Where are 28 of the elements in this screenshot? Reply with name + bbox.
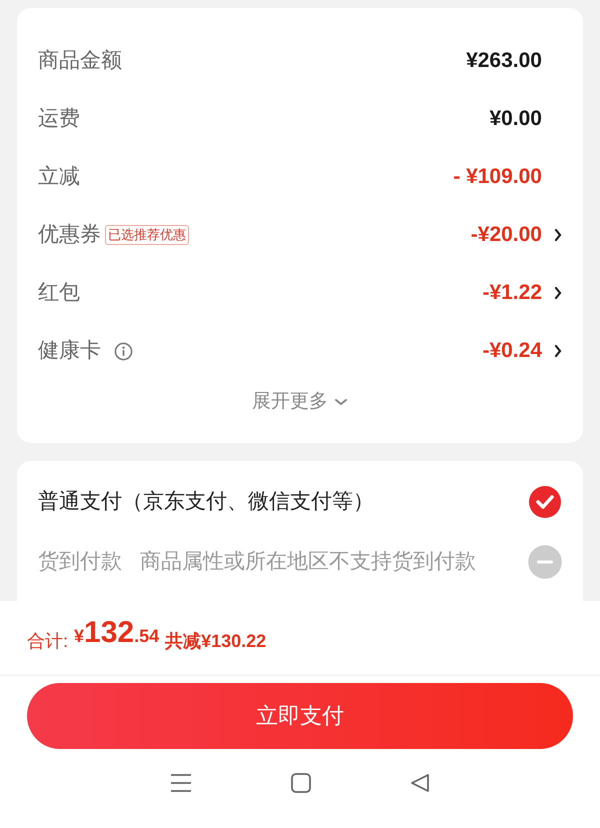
fee-label: 商品金额 (38, 48, 122, 74)
fee-amount: ¥263.00 (466, 48, 542, 74)
fee-label: 立减 (38, 164, 80, 190)
back-icon[interactable] (410, 772, 430, 792)
fee-amount: ¥0.00 (489, 106, 542, 132)
payment-label: 货到付款 (38, 548, 122, 575)
coupon-tag: 已选推荐优惠 (105, 225, 189, 245)
home-icon[interactable] (290, 772, 311, 792)
fee-amount: -¥20.00 (470, 222, 542, 248)
total-label: 合计: (27, 630, 68, 652)
pay-now-button[interactable]: 立即支付 (27, 682, 573, 748)
fee-label: 健康卡 (38, 338, 101, 364)
payment-note: 商品属性或所在地区不支持货到付款 (140, 548, 476, 575)
total-price: ¥132.54 (74, 614, 160, 650)
payment-option[interactable]: 普通支付（京东支付、微信支付等） (38, 480, 562, 522)
total-discount: 共减¥130.22 (165, 630, 266, 652)
payment-label: 普通支付（京东支付、微信支付等） (38, 488, 374, 515)
chevron-down-icon (334, 398, 348, 406)
fee-amount: - ¥109.00 (453, 164, 542, 190)
menu-icon[interactable] (170, 772, 192, 792)
info-icon[interactable] (114, 342, 133, 360)
fee-label: 运费 (38, 106, 80, 132)
fee-label: 红包 (38, 280, 80, 306)
fee-label: 优惠券 (38, 222, 101, 248)
check-icon[interactable] (528, 484, 562, 518)
fee-amount: -¥1.22 (482, 280, 542, 306)
expand-more-button[interactable]: 展开更多 (252, 388, 348, 416)
fee-amount: -¥0.24 (482, 338, 542, 364)
